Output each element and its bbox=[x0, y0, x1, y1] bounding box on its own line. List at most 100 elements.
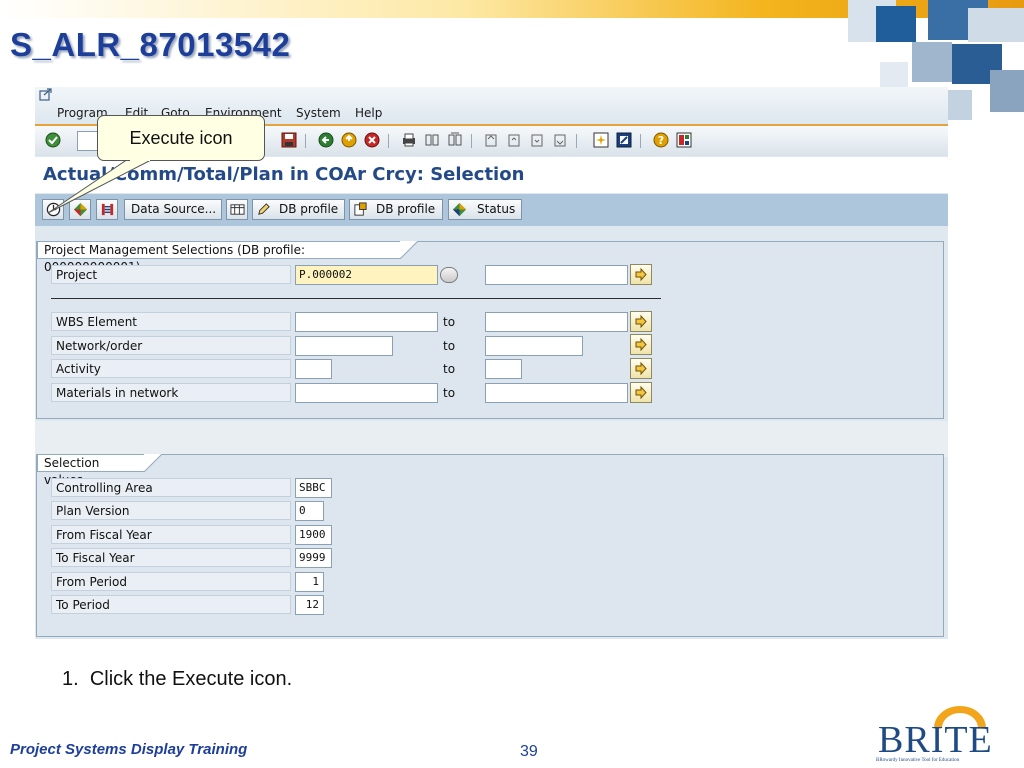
separator-line bbox=[51, 298, 661, 299]
field-label-project: Project bbox=[51, 265, 291, 284]
wbs-element-input[interactable] bbox=[295, 312, 438, 332]
menu-exit-icon[interactable] bbox=[39, 88, 53, 101]
execute-icon bbox=[46, 202, 61, 217]
status-button[interactable]: Status bbox=[448, 199, 522, 220]
instruction-step: 1. Click the Execute icon. bbox=[62, 668, 292, 691]
materials-to-input[interactable] bbox=[485, 383, 628, 403]
field-label-materials-in-network: Materials in network bbox=[51, 383, 291, 402]
db-profile-label: DB profile bbox=[376, 202, 436, 216]
sap-window: Program Edit Goto Environment System Hel… bbox=[35, 87, 948, 639]
wbs-element-to-input[interactable] bbox=[485, 312, 628, 332]
selection-values-group: Selection values Controlling Area SBBC P… bbox=[36, 454, 944, 637]
to-fiscal-year-input[interactable]: 9999 bbox=[295, 548, 332, 568]
db-profile-label: DB profile bbox=[279, 202, 339, 216]
exit-icon[interactable] bbox=[341, 132, 357, 148]
enter-icon[interactable] bbox=[45, 132, 61, 148]
group-title: Selection values bbox=[37, 454, 145, 487]
field-label-to-fiscal-year: To Fiscal Year bbox=[51, 548, 291, 567]
group-title: Project Management Selections (DB profil… bbox=[37, 241, 401, 274]
field-label-from-period: From Period bbox=[51, 572, 291, 591]
layout-icon bbox=[230, 204, 245, 215]
logo-text: BRITE bbox=[878, 719, 993, 761]
dynamic-selections-icon bbox=[101, 203, 114, 216]
field-label-from-fiscal-year: From Fiscal Year bbox=[51, 525, 291, 544]
materials-more-selection-button[interactable] bbox=[630, 382, 652, 403]
tab-corner bbox=[400, 241, 418, 259]
footer-course-title: Project Systems Display Training bbox=[10, 741, 248, 758]
screen-title: Actual/Comm/Total/Plan in COAr Crcy: Sel… bbox=[43, 164, 525, 185]
project-selections-group: Project Management Selections (DB profil… bbox=[36, 241, 944, 419]
menu-system[interactable]: System bbox=[296, 106, 341, 120]
next-page-icon[interactable] bbox=[529, 132, 545, 148]
application-toolbar: Data Source... DB profile DB profile Sta… bbox=[35, 194, 948, 226]
first-page-icon[interactable] bbox=[483, 132, 499, 148]
field-label-controlling-area: Controlling Area bbox=[51, 478, 291, 497]
selection-options-icon bbox=[73, 202, 88, 217]
materials-in-network-input[interactable] bbox=[295, 383, 438, 403]
arrow-right-icon bbox=[635, 267, 647, 282]
field-label-to-period: To Period bbox=[51, 595, 291, 614]
slide-title: S_ALR_87013542 bbox=[10, 26, 291, 63]
brite-logo: BRITE BRowardy Innovative Tool for Educa… bbox=[870, 706, 1018, 768]
cancel-icon[interactable] bbox=[364, 132, 380, 148]
last-page-icon[interactable] bbox=[552, 132, 568, 148]
field-label-wbs-element: WBS Element bbox=[51, 312, 291, 331]
project-to-input[interactable] bbox=[485, 265, 628, 285]
plan-version-input[interactable]: 0 bbox=[295, 501, 324, 521]
instruction-text: Click the Execute icon. bbox=[89, 668, 293, 690]
shortcut-icon[interactable] bbox=[616, 132, 632, 148]
help-icon[interactable]: ? bbox=[653, 132, 669, 148]
data-source-label: Data Source... bbox=[131, 202, 217, 216]
field-label-activity: Activity bbox=[51, 359, 291, 378]
layout-button[interactable] bbox=[226, 199, 248, 220]
logo-tagline: BRowardy Innovative Tool for Education bbox=[876, 758, 960, 763]
to-label: to bbox=[443, 362, 456, 376]
network-order-to-input[interactable] bbox=[485, 336, 583, 356]
status-label: Status bbox=[477, 202, 516, 216]
to-label: to bbox=[443, 386, 456, 400]
dynamic-selections-button[interactable] bbox=[96, 199, 118, 220]
network-order-input[interactable] bbox=[295, 336, 393, 356]
pencil-icon bbox=[258, 203, 270, 215]
network-more-selection-button[interactable] bbox=[630, 334, 652, 355]
activity-input[interactable] bbox=[295, 359, 332, 379]
back-icon[interactable] bbox=[318, 132, 334, 148]
create-session-icon[interactable] bbox=[593, 132, 609, 148]
arrow-right-icon bbox=[635, 385, 647, 400]
change-db-profile-button[interactable]: DB profile bbox=[252, 199, 345, 220]
layout-menu-icon[interactable] bbox=[676, 132, 692, 148]
activity-more-selection-button[interactable] bbox=[630, 358, 652, 379]
from-fiscal-year-input[interactable]: 1900 bbox=[295, 525, 332, 545]
project-more-selection-button[interactable] bbox=[630, 264, 652, 285]
print-icon[interactable] bbox=[401, 132, 417, 148]
blank-area bbox=[35, 421, 948, 457]
arrow-right-icon bbox=[635, 314, 647, 329]
save-icon[interactable] bbox=[281, 132, 297, 148]
find-next-icon[interactable] bbox=[447, 132, 463, 148]
activity-to-input[interactable] bbox=[485, 359, 522, 379]
toolbar-separator bbox=[388, 134, 389, 148]
field-label-network-order: Network/order bbox=[51, 336, 291, 355]
toolbar-separator bbox=[640, 134, 641, 148]
svg-text:?: ? bbox=[658, 134, 664, 147]
data-source-button[interactable]: Data Source... bbox=[124, 199, 222, 220]
field-label-plan-version: Plan Version bbox=[51, 501, 291, 520]
multiple-selection-button[interactable] bbox=[440, 267, 458, 283]
find-icon[interactable] bbox=[424, 132, 440, 148]
wbs-more-selection-button[interactable] bbox=[630, 311, 652, 332]
tab-corner bbox=[144, 454, 162, 472]
from-period-input[interactable]: 1 bbox=[295, 572, 324, 592]
project-input[interactable]: P.000002 bbox=[295, 265, 438, 285]
toolbar-separator bbox=[471, 134, 472, 148]
status-icon bbox=[452, 202, 467, 217]
to-label: to bbox=[443, 339, 456, 353]
controlling-area-input[interactable]: SBBC bbox=[295, 478, 332, 498]
instruction-number: 1. bbox=[62, 668, 79, 690]
arrow-right-icon bbox=[635, 337, 647, 352]
new-db-profile-button[interactable]: DB profile bbox=[349, 199, 443, 220]
execute-button[interactable] bbox=[42, 199, 64, 220]
selection-options-button[interactable] bbox=[69, 199, 91, 220]
to-period-input[interactable]: 12 bbox=[295, 595, 324, 615]
previous-page-icon[interactable] bbox=[506, 132, 522, 148]
menu-help[interactable]: Help bbox=[355, 106, 382, 120]
